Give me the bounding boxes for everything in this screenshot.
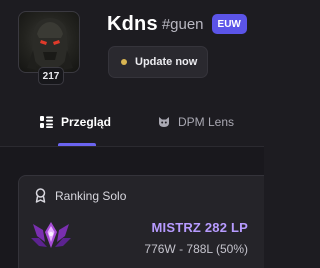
cat-lens-icon — [158, 116, 170, 128]
overview-list-icon — [40, 116, 53, 128]
avatar[interactable] — [18, 11, 80, 73]
update-now-label: Update now — [135, 56, 198, 68]
status-dot-icon — [121, 59, 127, 65]
level-badge: 217 — [38, 67, 64, 85]
region-badge: EUW — [211, 14, 247, 34]
award-ribbon-icon — [35, 188, 46, 203]
summoner-name-row: Kdns #guen EUW — [107, 11, 247, 37]
ranked-solo-header: Ranking Solo — [35, 188, 126, 203]
profile-header: 217 Kdns #guen EUW Update now Przegląd D… — [0, 0, 264, 150]
ranked-solo-card: Ranking Solo MISTRZ 282 LP 776W - 788L (… — [18, 175, 264, 268]
rank-tier-lp: MISTRZ 282 LP — [151, 220, 248, 235]
profile-tabs: Przegląd DPM Lens — [0, 104, 264, 147]
overview-content: Ranking Solo MISTRZ 282 LP 776W - 788L (… — [0, 147, 264, 268]
tab-overview-label: Przegląd — [61, 115, 112, 129]
summoner-tagline: #guen — [161, 15, 204, 33]
ranked-queue-title: Ranking Solo — [55, 188, 127, 203]
tab-dpm-lens[interactable]: DPM Lens — [158, 112, 234, 132]
tab-overview[interactable]: Przegląd — [40, 112, 111, 132]
win-loss-record: 776W - 788L (50%) — [144, 242, 248, 256]
tab-dpm-lens-label: DPM Lens — [178, 115, 235, 129]
avatar-container: 217 — [18, 11, 80, 85]
update-now-button[interactable]: Update now — [108, 46, 208, 78]
champion-portrait-icon — [27, 18, 73, 70]
summoner-name: Kdns — [107, 12, 158, 35]
master-emblem-icon — [29, 220, 73, 257]
